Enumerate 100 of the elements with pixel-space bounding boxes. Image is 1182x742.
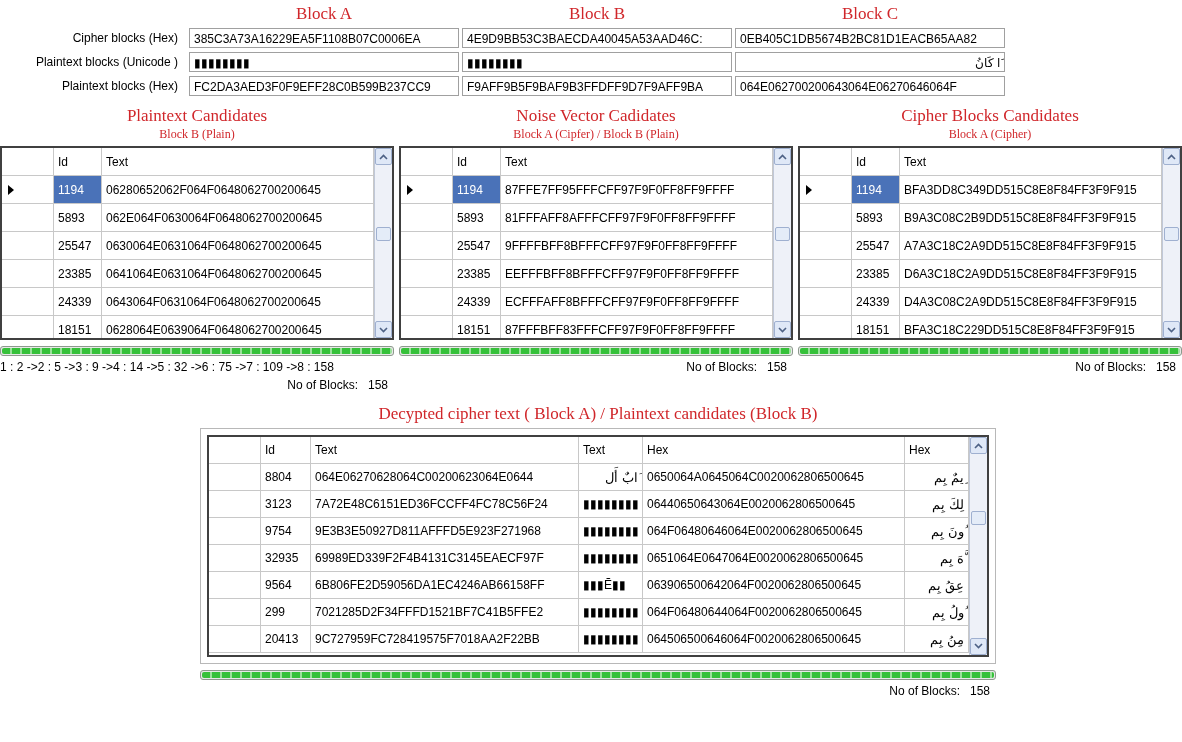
sequence-text: 1 : 2 ->2 : 5 ->3 : 9 ->4 : 14 ->5 : 32 ->6 : 75 ->7 : 109 ->8 : 158: [0, 360, 335, 374]
block-count: No of Blocks: 158: [685, 360, 788, 374]
table-cell: ُونَ بِم: [905, 518, 969, 545]
panel-title: Noise Vector Cadidates: [515, 106, 677, 126]
table-cell: َّهَ بِم: [905, 545, 969, 572]
column-header[interactable]: Hex: [905, 437, 969, 464]
table-cell: 9FFFFBFF8BFFFCFF97F9F0FF8FF9FFFF: [501, 232, 773, 260]
scroll-up-icon: [379, 153, 388, 160]
table-cell: 0630064E0631064F0648062700200645: [102, 232, 374, 260]
column-header[interactable]: Text: [579, 437, 643, 464]
scroll-down-button[interactable]: [1163, 321, 1180, 338]
table-cell: 0643064F0631064F0648062700200645: [102, 288, 374, 316]
panel-subtitle: Block B (Plain): [158, 127, 236, 142]
scroll-up-icon: [1167, 153, 1176, 160]
table-cell: 1194: [852, 176, 900, 204]
table-cell: 0651064E0647064E0020062806500645: [643, 545, 905, 572]
panel-title: Decypted cipher text ( Block A) / Plaintext candidates (Block B): [377, 404, 819, 424]
table-cell: D4A3C08C2A9DD515C8E8F84FF3F9F915: [900, 288, 1162, 316]
scroll-down-button[interactable]: [774, 321, 791, 338]
table-cell: 06280652062F064F0648062700200645: [102, 176, 374, 204]
text-field[interactable]: َا كَانُ: [735, 52, 1005, 72]
table-cell: 5893: [453, 204, 501, 232]
table-cell: 1194: [453, 176, 501, 204]
text-field[interactable]: ▮▮▮▮▮▮▮▮: [189, 52, 459, 72]
table-cell: 6B806FE2D59056DA1EC4246AB66158FF: [311, 572, 579, 599]
table-cell: 064506500646064F0020062806500645: [643, 626, 905, 653]
column-header[interactable]: Id: [453, 148, 501, 176]
table-cell: D6A3C18C2A9DD515C8E8F84FF3F9F915: [900, 260, 1162, 288]
table-cell: 064F06480646064E0020062806500645: [643, 518, 905, 545]
scroll-up-button[interactable]: [774, 148, 791, 165]
scroll-down-icon: [379, 326, 388, 333]
column-header[interactable]: Text: [900, 148, 1162, 176]
scroll-thumb[interactable]: [775, 227, 790, 241]
text-field[interactable]: FC2DA3AED3F0F9EFF28C0B599B237CC9: [189, 76, 459, 96]
table-cell: ▮▮▮▮▮▮▮▮: [579, 491, 643, 518]
text-field[interactable]: 064E062700200643064E06270646064F: [735, 76, 1005, 96]
block-heading: Block C: [840, 4, 900, 24]
field-label: Cipher blocks (Hex): [71, 31, 179, 45]
table-cell: َابٌ أَل: [579, 464, 643, 491]
block-heading: Block A: [294, 4, 354, 24]
column-header[interactable]: Id: [54, 148, 102, 176]
text-field[interactable]: 4E9D9BB53C3BAECDA40045A53AAD46C:: [462, 28, 732, 48]
table-cell: ▮▮▮▮▮▮▮▮: [579, 518, 643, 545]
panel-title: Cipher Blocks Candidates: [900, 106, 1080, 126]
panel-subtitle: Block A (Cipfer) / Block B (Plain): [512, 127, 680, 142]
row-pointer-icon: [806, 184, 812, 195]
table-cell: 25547: [852, 232, 900, 260]
scroll-up-button[interactable]: [1163, 148, 1180, 165]
scroll-down-button[interactable]: [970, 637, 987, 655]
table-cell: 25547: [453, 232, 501, 260]
table-cell: B9A3C08C2B9DD515C8E8F84FF3F9F915: [900, 204, 1162, 232]
column-header[interactable]: Id: [261, 437, 311, 464]
text-field[interactable]: F9AFF9B5F9BAF9B3FFDFF9D7F9AFF9BA: [462, 76, 732, 96]
table-cell: 69989ED339F2F4B4131C3145EAECF97F: [311, 545, 579, 572]
table-cell: 299: [261, 599, 311, 626]
field-label: Plaintext blocks (Unicode ): [34, 55, 179, 69]
column-header[interactable]: Text: [501, 148, 773, 176]
table-cell: 87FFE7FF95FFFCFF97F9F0FF8FF9FFFF: [501, 176, 773, 204]
table-cell: مِنُ بِم: [905, 626, 969, 653]
table-cell: 24339: [852, 288, 900, 316]
column-header[interactable]: Text: [311, 437, 579, 464]
text-field[interactable]: 0EB405C1DB5674B2BC81D1EACB65AA82: [735, 28, 1005, 48]
scroll-up-button[interactable]: [970, 437, 987, 454]
block-count: No of Blocks: 158: [1074, 360, 1177, 374]
table-cell: BFA3DD8C349DD515C8E8F84FF3F9F915: [900, 176, 1162, 204]
table-cell: 06440650643064E0020062806500645: [643, 491, 905, 518]
table-cell: 064F06480644064F0020062806500645: [643, 599, 905, 626]
table-cell: ِيمٌ بِم: [905, 464, 969, 491]
scroll-down-icon: [974, 643, 983, 650]
table-cell: EEFFFBFF8BFFFCFF97F9F0FF8FF9FFFF: [501, 260, 773, 288]
table-cell: 81FFFAFF8AFFFCFF97F9F0FF8FF9FFFF: [501, 204, 773, 232]
table-cell: ECFFFAFF8BFFFCFF97F9F0FF8FF9FFFF: [501, 288, 773, 316]
text-field[interactable]: 385C3A73A16229EA5F1108B07C0006EA: [189, 28, 459, 48]
block-heading: Block B: [567, 4, 627, 24]
scroll-up-icon: [778, 153, 787, 160]
table-cell: ُولُ بِم: [905, 599, 969, 626]
block-count: No of Blocks: 158: [888, 684, 991, 698]
scroll-thumb[interactable]: [376, 227, 391, 241]
panel-title: Plaintext Candidates: [125, 106, 269, 126]
column-header[interactable]: Id: [852, 148, 900, 176]
text-field[interactable]: ▮▮▮▮▮▮▮▮: [462, 52, 732, 72]
column-header[interactable]: Text: [102, 148, 374, 176]
scroll-thumb[interactable]: [1164, 227, 1179, 241]
scroll-up-button[interactable]: [375, 148, 392, 165]
table-cell: 23385: [453, 260, 501, 288]
table-cell: 23385: [54, 260, 102, 288]
scroll-up-icon: [974, 442, 983, 449]
table-cell: 24339: [453, 288, 501, 316]
panel-subtitle: Block A (Cipher): [947, 127, 1033, 142]
column-header[interactable]: Hex: [643, 437, 905, 464]
scroll-down-button[interactable]: [375, 321, 392, 338]
table-cell: لِكَ بِم: [905, 491, 969, 518]
scroll-down-icon: [1167, 326, 1176, 333]
table-cell: 24339: [54, 288, 102, 316]
table-cell: 063906500642064F0020062806500645: [643, 572, 905, 599]
table-cell: ▮▮▮Ẽ▮▮: [579, 572, 643, 599]
scroll-thumb[interactable]: [971, 510, 986, 525]
table-cell: ▮▮▮▮▮▮▮▮: [579, 626, 643, 653]
block-count: No of Blocks: 158: [286, 378, 389, 392]
table-cell: 7A72E48C6151ED36FCCFF4FC78C56F24: [311, 491, 579, 518]
